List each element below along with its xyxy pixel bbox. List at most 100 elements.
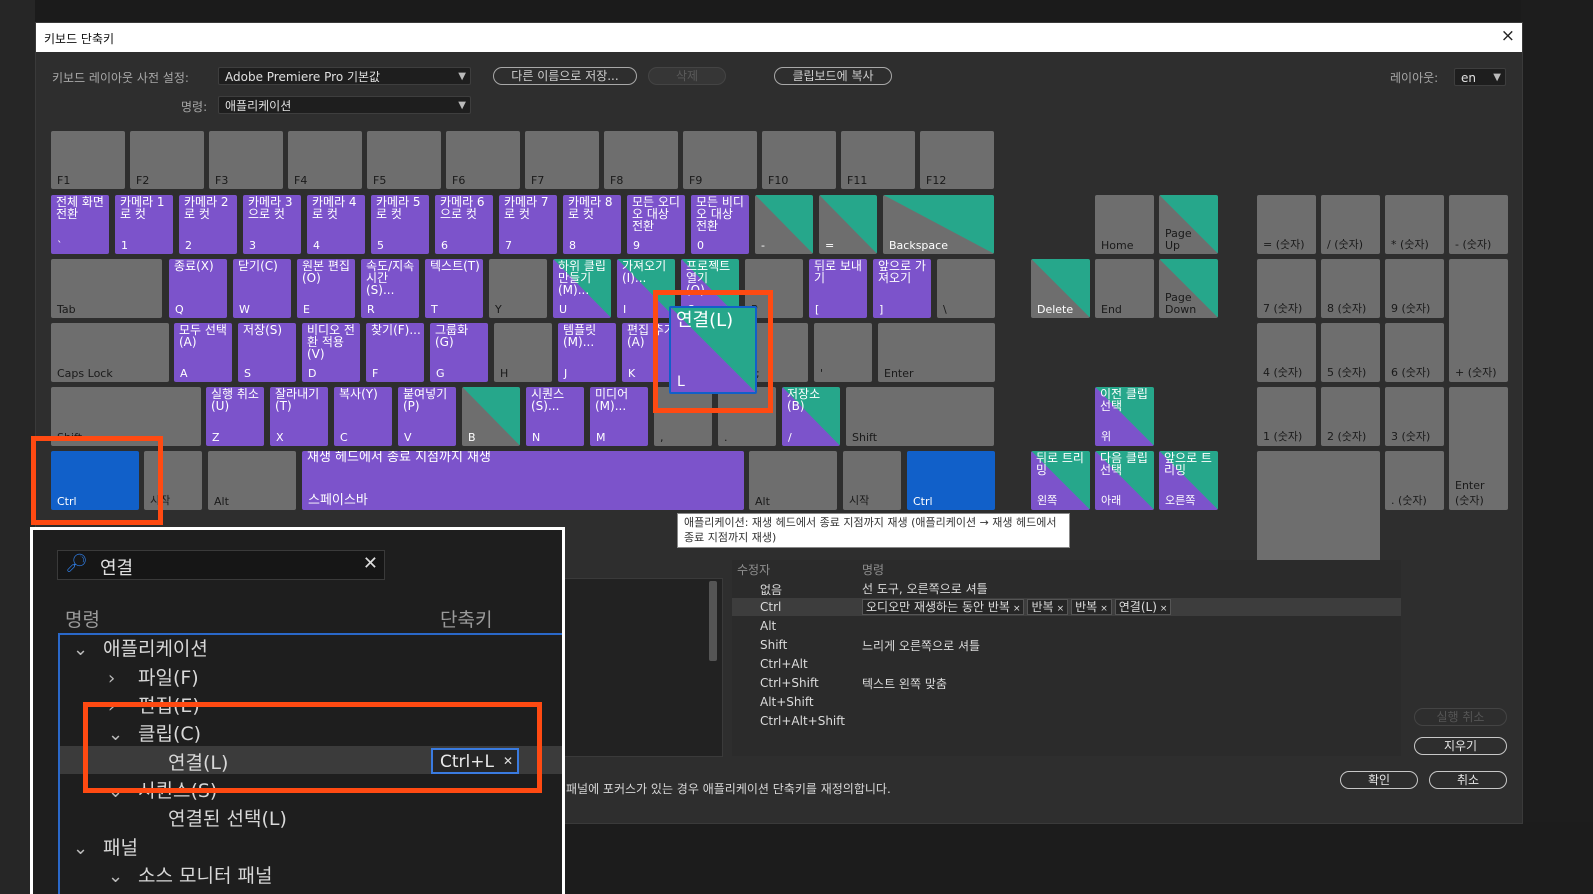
key-caps-row-0[interactable]: Caps Lock [51,323,169,382]
tree-item[interactable]: ⌄ 패널 [73,833,138,860]
tree-item[interactable]: ⌄ 시퀀스(S) [108,776,217,803]
key-bottom-row-0[interactable]: Ctrl [51,451,139,510]
chevron-down-icon[interactable]: ⌄ [73,639,103,660]
remove-icon[interactable]: × [1100,604,1108,614]
key-caps-row-11[interactable]: ' [814,323,872,382]
key-11[interactable]: - [755,195,813,254]
key-up[interactable]: 이전 클립 선택 위 [1095,387,1154,446]
modifier-row[interactable]: Alt+Shift [732,693,1401,711]
key-f1[interactable]: F1 [51,131,125,189]
key-shift-row-2[interactable]: 잘라내기(T) X [270,387,328,446]
preset-select[interactable]: Adobe Premiere Pro 기본값 ▼ [218,67,471,85]
close-icon[interactable]: × [1501,26,1515,46]
copy-to-clipboard-button[interactable]: 클립보드에 복사 [774,67,892,85]
key-tab-row-5[interactable]: 텍스트(T) T [425,259,483,318]
key-shift-row-10[interactable]: 저장소(B) / [782,387,840,446]
command-chip[interactable]: 반복 × [1027,599,1069,615]
key-end[interactable]: End [1095,259,1154,318]
numpad-key-14[interactable]: Enter (숫자) [1449,387,1508,510]
command-search-input[interactable]: 🔎︎ 연결 ✕ [57,550,385,580]
delete-preset-button[interactable]: 삭제 [648,67,726,85]
tree-item[interactable]: ⌄ 소스 모니터 패널 [108,861,272,888]
key-bottom-row-1[interactable]: 시작 [144,451,202,510]
modifier-row[interactable]: Alt [732,617,1401,635]
key-caps-row-1[interactable]: 모두 선택(A) A [174,323,232,382]
key-bottom-row-5[interactable]: 시작 [843,451,901,510]
key-10[interactable]: 모든 비디오 대상 전환 0 [691,195,749,254]
key-f9[interactable]: F9 [683,131,757,189]
key-shift-row-6[interactable]: 시퀀스(S)... N [526,387,584,446]
tree-item[interactable]: ⌄ 클립(C) [108,719,201,746]
key-tab-row-3[interactable]: 원본 편집(O) E [297,259,355,318]
numpad-key-6[interactable]: 9 (숫자) [1385,259,1444,318]
command-chip[interactable]: 반복 × [1071,599,1112,615]
key-bottom-row-2[interactable]: Alt [208,451,296,510]
numpad-key-3[interactable]: - (숫자) [1449,195,1508,254]
modifier-row[interactable]: Ctrl 오디오만 재생하는 동안 반복 × 반복 × 반복 × 연결(L) × [732,598,1401,616]
key-caps-row-4[interactable]: 찾기(F)... F [366,323,424,382]
key-f5[interactable]: F5 [367,131,441,189]
tree-item[interactable]: 연결(L) [143,748,228,775]
key-caps-row-2[interactable]: 저장(S) S [238,323,296,382]
key-f8[interactable]: F8 [604,131,678,189]
modifier-row[interactable]: Ctrl+Alt [732,655,1401,673]
numpad-key-1[interactable]: / (숫자) [1321,195,1380,254]
numpad-key-2[interactable]: * (숫자) [1385,195,1444,254]
key-9[interactable]: 모든 오디오 대상 전환 9 [627,195,685,254]
chevron-down-icon[interactable]: ⌄ [108,724,138,745]
command-select[interactable]: 애플리케이션 ▼ [218,96,471,114]
key-shift-row-8[interactable]: , [654,387,712,446]
key-tab-row-11[interactable]: 뒤로 보내기 [ [809,259,867,318]
key-6[interactable]: 카메라 6으로 컷 6 [435,195,493,254]
numpad-key-8[interactable]: 4 (숫자) [1257,323,1316,382]
key-f3[interactable]: F3 [209,131,283,189]
numpad-key-16[interactable]: . (숫자) [1385,451,1444,510]
clear-search-icon[interactable]: ✕ [363,553,378,574]
modifier-row[interactable]: Shift 느리게 오른쪽으로 셔틀 [732,636,1401,654]
chevron-down-icon[interactable]: ⌄ [108,866,138,887]
key-caps-row-9[interactable]: 연결(L) L [669,306,757,394]
numpad-key-13[interactable]: 3 (숫자) [1385,387,1444,446]
key-tab-row-13[interactable]: \ [937,259,995,318]
key-caps-row-6[interactable]: H [494,323,552,382]
left-list-scrollbar[interactable] [709,581,717,661]
chevron-down-icon[interactable]: ⌄ [108,781,138,802]
key-caps-row-7[interactable]: 템플릿(M)... J [558,323,616,382]
key-right[interactable]: 앞으로 트리밍 오른쪽 [1159,451,1218,510]
layout-select[interactable]: en ▼ [1454,68,1506,86]
key-bottom-row-6[interactable]: Ctrl [907,451,995,510]
key-caps-row-12[interactable]: Enter [878,323,995,382]
numpad-key-10[interactable]: 6 (숫자) [1385,323,1444,382]
command-chip[interactable]: 오디오만 재생하는 동안 반복 × [862,599,1025,615]
key-caps-row-3[interactable]: 비디오 전환 적용(V) D [302,323,360,382]
chevron-down-icon[interactable]: ⌄ [73,838,103,859]
numpad-key-5[interactable]: 8 (숫자) [1321,259,1380,318]
key-tab-row-12[interactable]: 앞으로 가져오기] [873,259,931,318]
key-8[interactable]: 카메라 8로 컷 8 [563,195,621,254]
tree-item[interactable]: › 파일(F) [108,663,199,690]
key-f6[interactable]: F6 [446,131,520,189]
key-bottom-row-4[interactable]: Alt [749,451,837,510]
key-down[interactable]: 다음 클립 선택 아래 [1095,451,1154,510]
key-12[interactable]: = [819,195,877,254]
key-shift-row-0[interactable]: Shift [51,387,201,446]
tree-item[interactable]: 연결된 선택(L) [143,804,287,831]
key-shift-row-11[interactable]: Shift [846,387,994,446]
key-tab-row-2[interactable]: 닫기(C) W [233,259,291,318]
numpad-key-11[interactable]: 1 (숫자) [1257,387,1316,446]
shortcut-chip[interactable]: Ctrl+L ✕ [431,748,519,774]
key-0[interactable]: 전체 화면 전환 ` [51,195,109,254]
tree-item[interactable]: ⌄ 애플리케이션 [73,634,208,661]
key-f11[interactable]: F11 [841,131,915,189]
key-caps-row-5[interactable]: 그룹화(G) G [430,323,488,382]
key-pageup[interactable]: Page Up [1159,195,1218,254]
key-caps-row-10[interactable]: ; [750,323,808,382]
remove-shortcut-icon[interactable]: ✕ [503,754,513,768]
key-f10[interactable]: F10 [762,131,836,189]
key-left[interactable]: 뒤로 트리밍 왼쪽 [1031,451,1090,510]
key-3[interactable]: 카메라 3으로 컷 3 [243,195,301,254]
key-7[interactable]: 카메라 7로 컷 7 [499,195,557,254]
chevron-right-icon[interactable]: › [108,696,138,717]
key-1[interactable]: 카메라 1로 컷 1 [115,195,173,254]
key-shift-row-5[interactable]: B [462,387,520,446]
